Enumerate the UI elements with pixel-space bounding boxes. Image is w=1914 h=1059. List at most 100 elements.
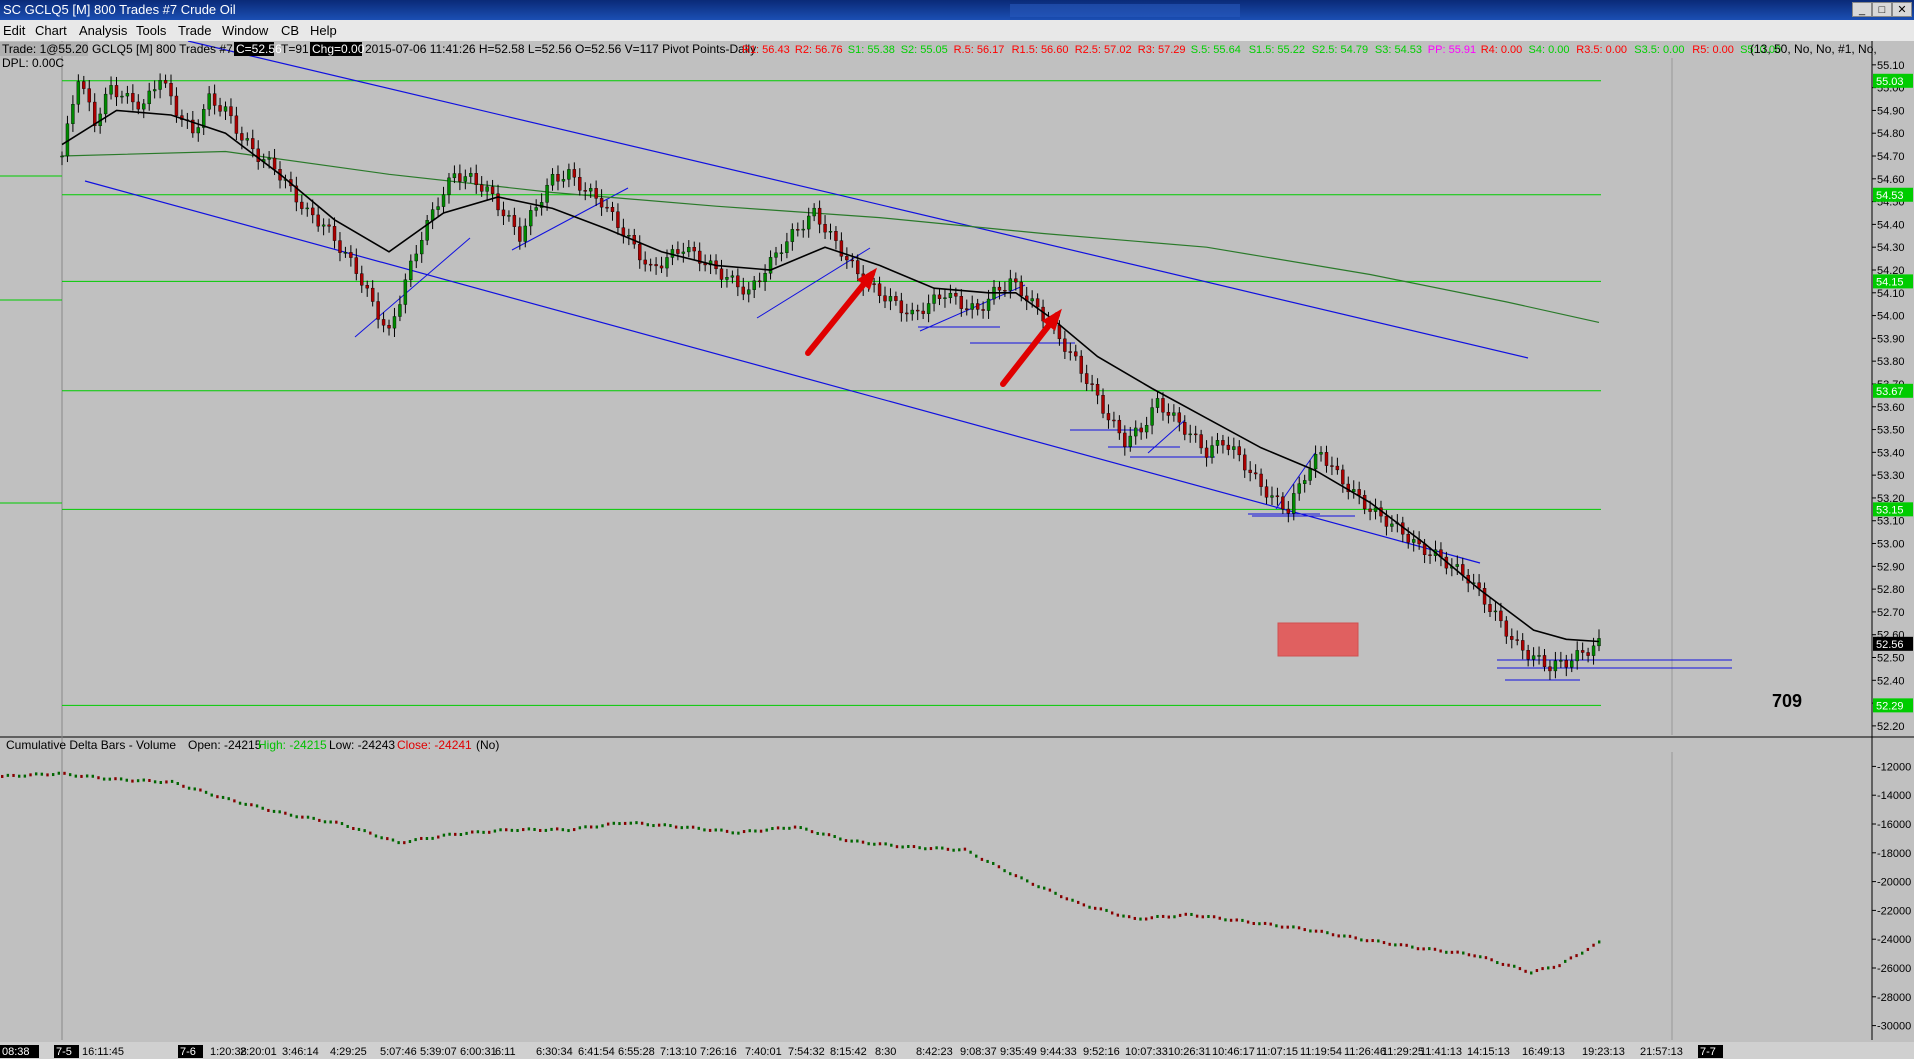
candle-body — [806, 215, 811, 230]
delta-bar — [318, 818, 321, 822]
candle-body — [954, 292, 958, 297]
close-button[interactable]: ✕ — [1892, 2, 1912, 17]
delta-bar — [754, 829, 757, 833]
time-tick-label: 19:23:13 — [1582, 1046, 1625, 1058]
delta-bar — [346, 824, 349, 828]
delta-bar — [1009, 872, 1012, 876]
menu-chart[interactable]: Chart — [35, 23, 67, 38]
menu-trade[interactable]: Trade — [178, 23, 211, 38]
delta-bar — [703, 828, 706, 832]
menu-help[interactable]: Help — [310, 23, 337, 38]
candle-body — [1095, 384, 1100, 396]
delta-bar — [431, 836, 434, 840]
delta-bar — [1445, 950, 1448, 954]
candle-body — [665, 257, 669, 269]
delta-bar — [952, 848, 955, 852]
pivot-legend-item: S4: 0.00 — [1529, 44, 1570, 56]
menu-tools[interactable]: Tools — [136, 23, 166, 38]
candle-body — [452, 173, 457, 179]
candle-body — [550, 174, 555, 186]
delta-bar — [771, 827, 774, 831]
candle-body — [1313, 454, 1318, 470]
candle-body — [899, 300, 904, 314]
delta-bar — [1275, 924, 1278, 928]
delta-bar — [1331, 933, 1335, 937]
candle-body — [82, 81, 86, 89]
menu-window[interactable]: Window — [222, 23, 268, 38]
delta-bar — [51, 773, 55, 777]
candle-body — [1362, 494, 1367, 510]
maximize-button[interactable]: □ — [1872, 2, 1892, 17]
candle-body — [512, 215, 517, 227]
candle-body — [109, 85, 113, 95]
minimize-button[interactable]: _ — [1852, 2, 1872, 17]
delta-bar — [420, 836, 423, 840]
delta-bar — [782, 826, 785, 830]
delta-bar — [352, 827, 355, 831]
delta-bar — [1411, 945, 1414, 949]
delta-bar — [1201, 915, 1204, 919]
delta-bar — [1060, 895, 1063, 899]
delta-bar — [844, 839, 848, 843]
candle-body — [643, 259, 647, 265]
delta-bar — [131, 779, 134, 783]
chart-area[interactable]: 55.1055.0054.9054.8054.7054.6054.5054.40… — [0, 41, 1914, 1059]
candle-body — [801, 228, 805, 231]
delta-bar — [97, 776, 100, 780]
delta-bar — [929, 847, 933, 851]
candle-body — [1428, 554, 1432, 556]
delta-bar — [159, 780, 162, 784]
delta-bar — [1314, 929, 1318, 933]
delta-bar — [941, 846, 944, 850]
delta-bar — [119, 777, 123, 781]
delta-bar — [136, 779, 140, 783]
candle-body — [1101, 395, 1105, 414]
delta-bar — [187, 786, 191, 790]
candle-body — [894, 296, 898, 301]
delta-bar — [550, 827, 553, 831]
candle-body — [398, 304, 402, 317]
price-marker-label: 53.67 — [1876, 386, 1904, 398]
delta-bar — [895, 845, 899, 849]
time-tick-label: 7:26:16 — [700, 1046, 737, 1058]
candle-body — [392, 316, 397, 329]
time-tick-label: 7-5 — [56, 1046, 72, 1058]
delta-bar — [901, 845, 904, 849]
delta-bar — [335, 820, 338, 824]
time-tick-label: 8:15:42 — [830, 1046, 867, 1058]
candle-body — [1270, 495, 1274, 498]
candle-body — [1542, 655, 1547, 667]
delta-bar — [861, 840, 865, 844]
delta-bar — [652, 824, 655, 828]
delta-bar — [1184, 912, 1187, 916]
delta-bar — [1303, 928, 1306, 932]
menu-cb[interactable]: CB — [281, 23, 299, 38]
delta-bar — [1065, 897, 1069, 901]
delta-tick-label: -28000 — [1877, 992, 1911, 1004]
price-tick-label: 53.80 — [1877, 356, 1905, 368]
time-tick-label: 8:42:23 — [916, 1046, 953, 1058]
delta-bar — [1388, 942, 1391, 946]
delta-bar — [278, 810, 281, 814]
price-tick-label: 55.10 — [1877, 60, 1905, 72]
candle-body — [823, 223, 827, 233]
menu-edit[interactable]: Edit — [3, 23, 25, 38]
candle-body — [1504, 620, 1509, 637]
candle-body — [267, 157, 271, 160]
delta-bar — [1433, 947, 1437, 951]
delta-bar — [516, 829, 519, 833]
candle-body — [174, 95, 179, 116]
candle-body — [507, 215, 511, 217]
delta-bar — [1269, 922, 1272, 926]
delta-bar — [1592, 943, 1595, 947]
menu-analysis[interactable]: Analysis — [79, 23, 127, 38]
candle-body — [845, 256, 849, 261]
delta-bar — [544, 828, 548, 832]
candle-body — [76, 81, 81, 105]
delta-bar — [267, 808, 270, 812]
delta-bar — [522, 828, 525, 832]
delta-bar — [114, 777, 117, 781]
delta-bar — [391, 838, 395, 842]
delta-bar — [646, 823, 649, 827]
dpl-label: DPL: 0.00C — [2, 56, 64, 70]
